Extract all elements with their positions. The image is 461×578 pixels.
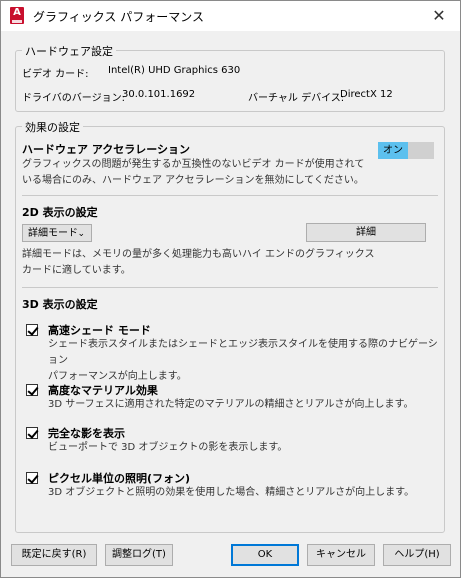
driver-version-value: 30.0.101.1692 bbox=[122, 89, 196, 100]
display-2d-desc-line1: 詳細モードは、メモリの量が多く処理能力も高いハイ エンドのグラフィックス bbox=[22, 249, 375, 260]
hardware-acceleration-title: ハードウェア アクセラレーション bbox=[22, 143, 191, 156]
display-2d-mode-value: 詳細モード bbox=[28, 228, 78, 239]
display-2d-title: 2D 表示の設定 bbox=[22, 206, 98, 219]
tuning-log-button[interactable]: 調整ログ(T) bbox=[105, 544, 173, 566]
window-title: グラフィックス パフォーマンス bbox=[33, 10, 204, 24]
hardware-acceleration-description: グラフィックスの問題が発生するか互換性のないビデオ カードが使用されて いる場合… bbox=[22, 157, 364, 189]
display-2d-desc-line2: カードに適しています。 bbox=[22, 265, 131, 276]
chevron-down-icon: ⌄ bbox=[77, 229, 85, 239]
hw-accel-desc-line2: いる場合にのみ、ハードウェア アクセラレーションを無効にしてください。 bbox=[22, 175, 364, 186]
video-card-label: ビデオ カード: bbox=[22, 69, 89, 80]
advanced-material-effects-title: 高度なマテリアル効果 bbox=[48, 384, 158, 397]
video-card-value: Intel(R) UHD Graphics 630 bbox=[108, 65, 241, 76]
title-bar: A グラフィックス パフォーマンス ✕ bbox=[1, 1, 460, 31]
divider bbox=[22, 195, 438, 196]
graphics-performance-dialog: A グラフィックス パフォーマンス ✕ ハードウェア設定 ビデオ カード: In… bbox=[0, 0, 461, 578]
advanced-material-effects-checkbox[interactable] bbox=[26, 384, 38, 396]
per-pixel-lighting-description: 3D オブジェクトと照明の効果を使用した場合、精細さとリアルさが向上します。 bbox=[48, 487, 415, 498]
advanced-material-effects-description: 3D サーフェスに適用された特定のマテリアルの精細さとリアルさが向上します。 bbox=[48, 399, 414, 410]
per-pixel-lighting-checkbox[interactable] bbox=[26, 472, 38, 484]
hardware-settings-group: ハードウェア設定 ビデオ カード: Intel(R) UHD Graphics … bbox=[15, 43, 445, 112]
driver-version-label: ドライバのバージョン: bbox=[22, 93, 125, 104]
close-button[interactable]: ✕ bbox=[428, 5, 450, 27]
reset-defaults-button[interactable]: 既定に戻す(R) bbox=[11, 544, 97, 566]
fast-shade-desc-line1: シェード表示スタイルまたはシェードとエッジ表示スタイルを使用する際のナビゲーショ… bbox=[48, 339, 438, 366]
display-2d-description: 詳細モードは、メモリの量が多く処理能力も高いハイ エンドのグラフィックス カード… bbox=[22, 247, 374, 279]
full-shadow-display-description: ビューポートで 3D オブジェクトの影を表示します。 bbox=[48, 442, 288, 453]
autocad-logo-icon: A bbox=[10, 7, 24, 24]
cancel-button[interactable]: キャンセル bbox=[307, 544, 375, 566]
hardware-acceleration-toggle[interactable]: オン bbox=[378, 142, 434, 159]
effects-settings-group: 効果の設定 ハードウェア アクセラレーション オン グラフィックスの問題が発生す… bbox=[15, 119, 445, 533]
ok-button[interactable]: OK bbox=[231, 544, 299, 566]
divider bbox=[22, 287, 438, 288]
display-3d-title: 3D 表示の設定 bbox=[22, 298, 98, 311]
full-shadow-display-title: 完全な影を表示 bbox=[48, 427, 125, 440]
full-shadow-display-checkbox[interactable] bbox=[26, 427, 38, 439]
hardware-settings-legend: ハードウェア設定 bbox=[22, 43, 116, 59]
hw-accel-desc-line1: グラフィックスの問題が発生するか互換性のないビデオ カードが使用されて bbox=[22, 159, 365, 170]
display-2d-mode-select[interactable]: 詳細モード ⌄ bbox=[22, 224, 92, 242]
per-pixel-lighting-title: ピクセル単位の照明(フォン) bbox=[48, 472, 191, 485]
fast-shade-mode-checkbox[interactable] bbox=[26, 324, 38, 336]
fast-shade-mode-description: シェード表示スタイルまたはシェードとエッジ表示スタイルを使用する際のナビゲーショ… bbox=[48, 337, 444, 385]
details-button[interactable]: 詳細 bbox=[306, 223, 426, 242]
help-button[interactable]: ヘルプ(H) bbox=[383, 544, 451, 566]
toggle-on-label: オン bbox=[378, 142, 408, 159]
fast-shade-mode-title: 高速シェード モード bbox=[48, 324, 151, 337]
effects-settings-legend: 効果の設定 bbox=[22, 119, 83, 135]
virtual-device-label: バーチャル デバイス: bbox=[248, 93, 345, 104]
virtual-device-value: DirectX 12 bbox=[340, 89, 393, 100]
